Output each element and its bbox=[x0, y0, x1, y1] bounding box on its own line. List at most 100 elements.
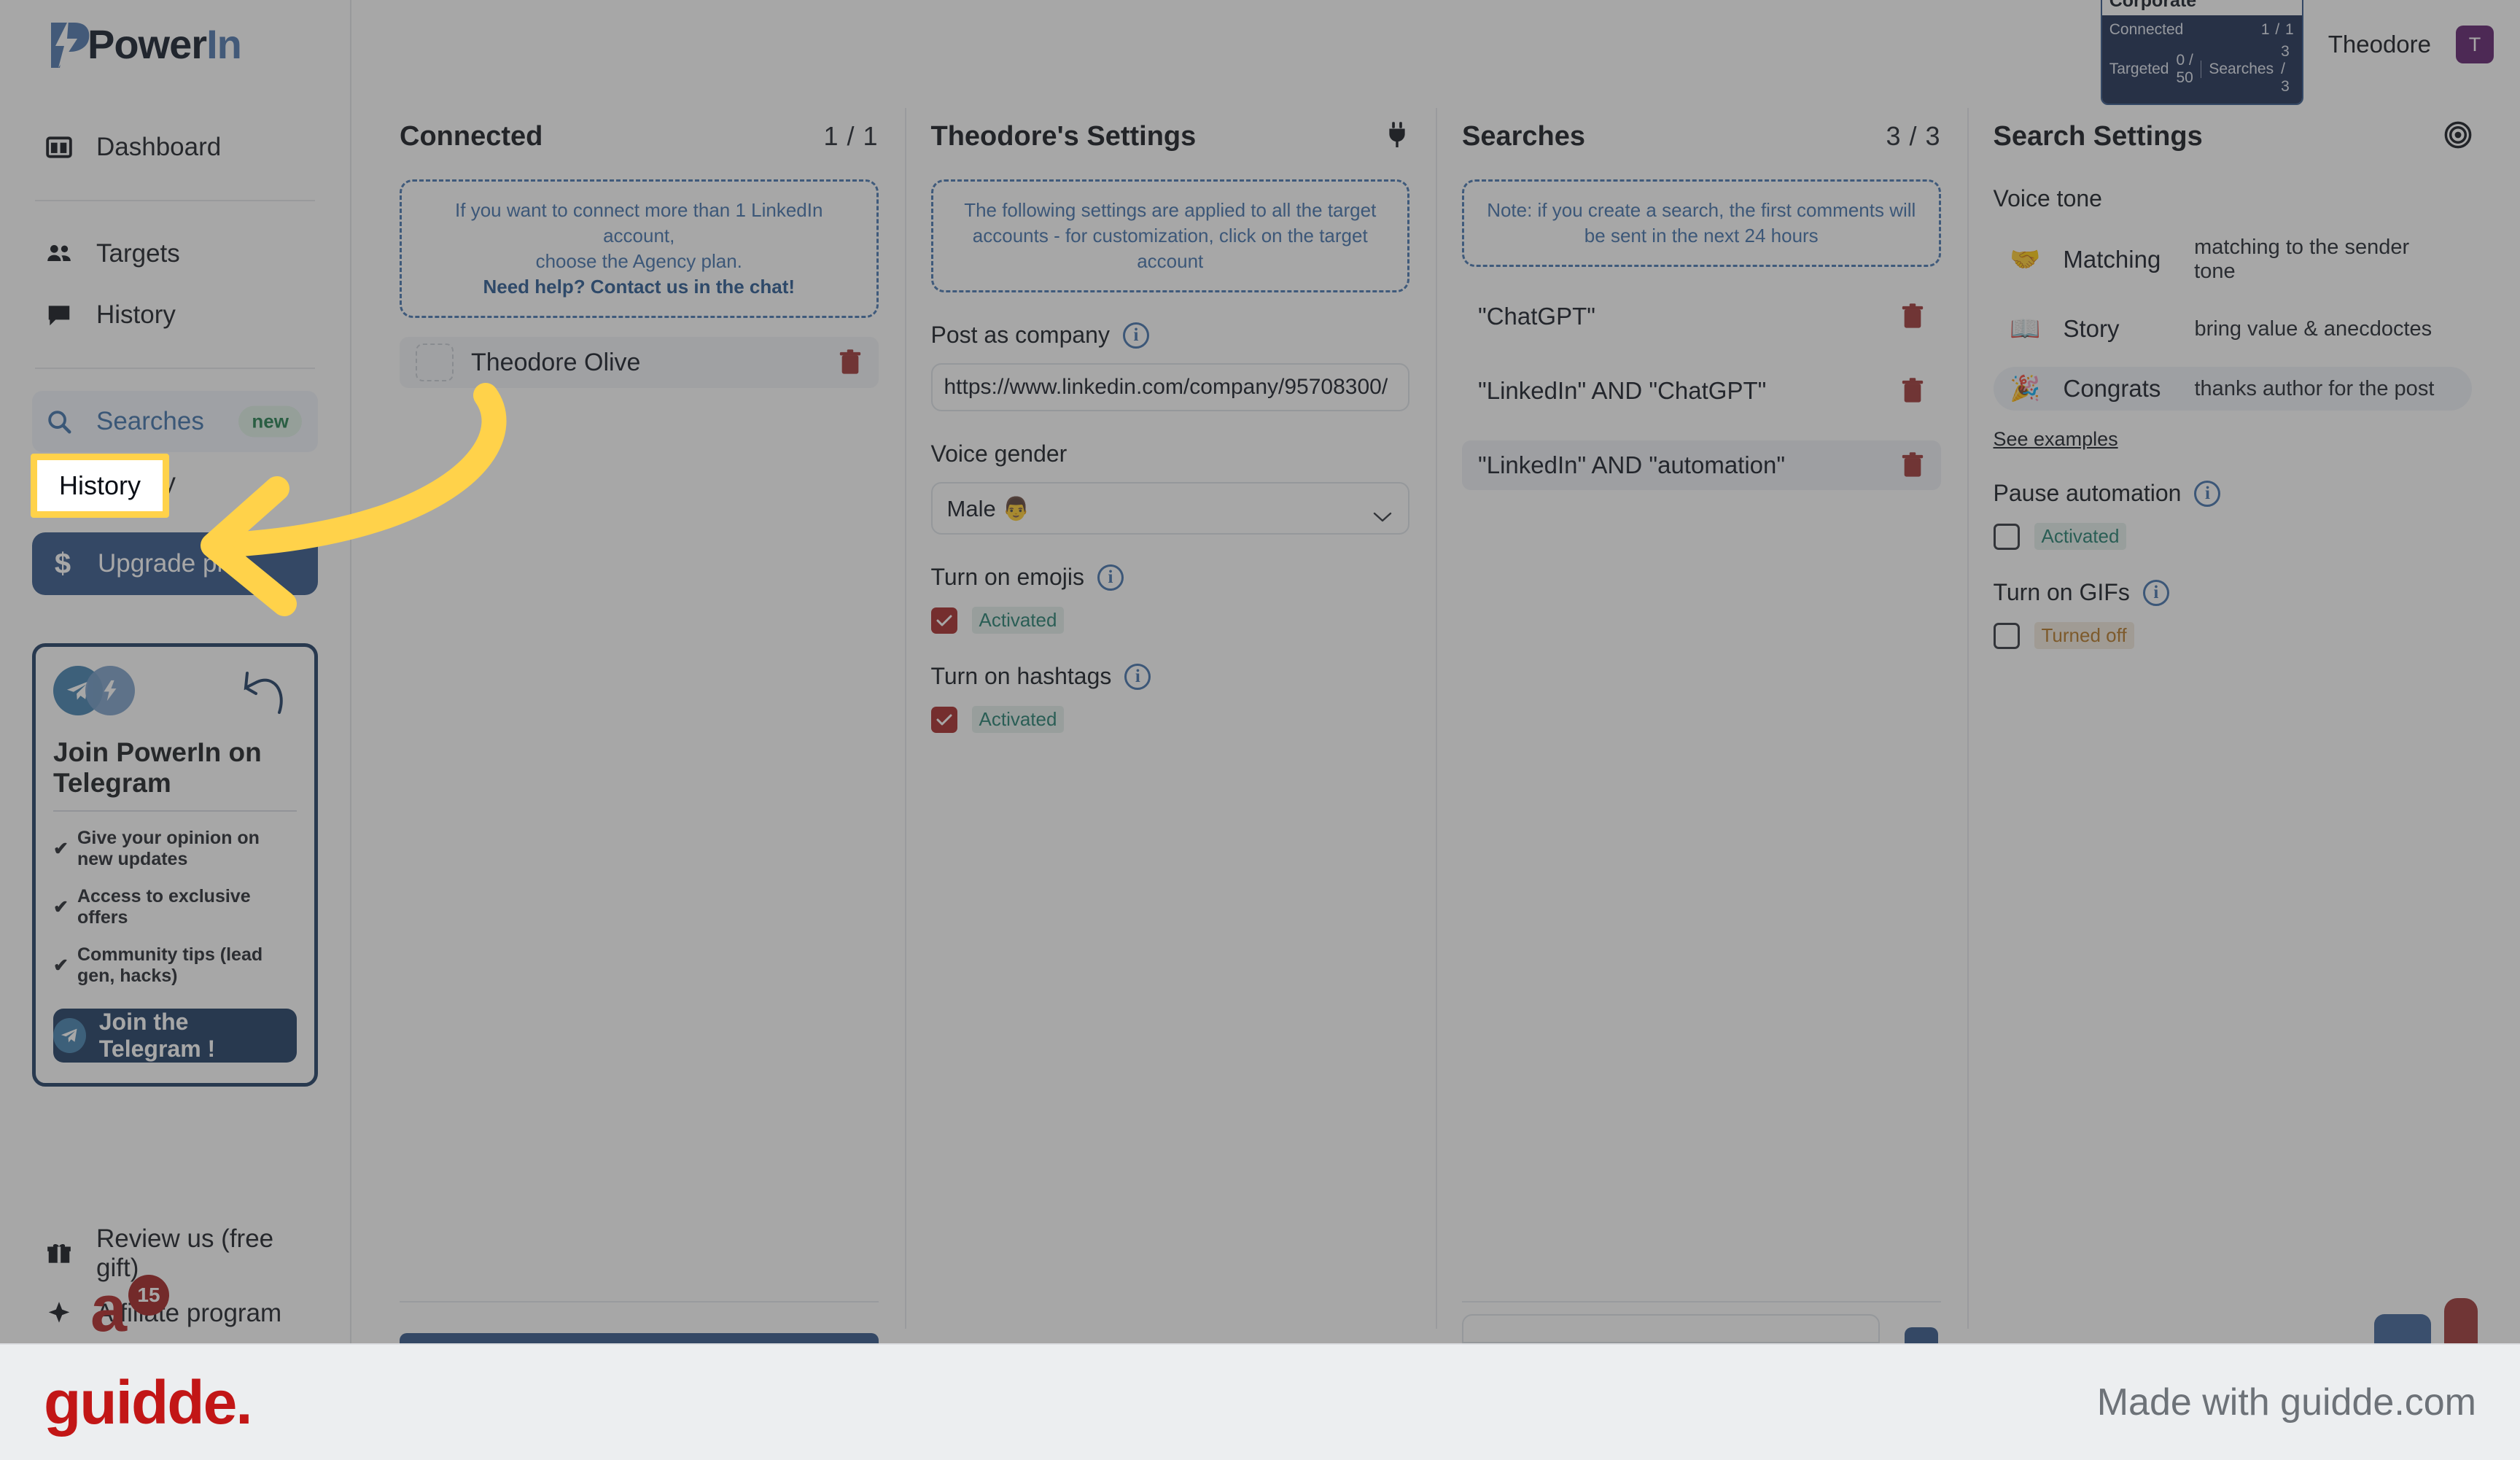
tone-option-congrats[interactable]: 🎉 Congrats thanks author for the post bbox=[1993, 367, 2472, 411]
info-icon[interactable]: i bbox=[1097, 564, 1124, 591]
column-search-settings: Search Settings Voice tone 🤝 Matching ma… bbox=[1967, 89, 2499, 1343]
sidebar-item-history[interactable]: History bbox=[32, 284, 318, 346]
info-icon[interactable]: i bbox=[2142, 579, 2169, 606]
plan-searches-label: Searches bbox=[2209, 60, 2274, 77]
telegram-promo-card[interactable]: Join PowerIn on Telegram ✔ Give your opin… bbox=[32, 643, 318, 1087]
tone-name: Story bbox=[2063, 315, 2120, 342]
delete-icon[interactable] bbox=[1900, 377, 1925, 405]
gifs-label-row: Turn on GIFs i bbox=[1994, 579, 2473, 606]
check-icon: ✔ bbox=[53, 839, 69, 859]
voice-gender-select[interactable]: Male 👨 bbox=[930, 482, 1409, 535]
emojis-toggle-row: Activated bbox=[930, 607, 1410, 634]
columns-container: Connected 1 / 1 If you want to connect m… bbox=[351, 89, 2520, 1343]
new-search-input[interactable] bbox=[1462, 1314, 1880, 1343]
pause-automation-toggle-row: Activated bbox=[1993, 523, 2473, 550]
history-highlight-callout[interactable]: History bbox=[31, 454, 170, 518]
telegram-icon bbox=[53, 1018, 86, 1053]
connected-notice: If you want to connect more than 1 Linke… bbox=[400, 179, 879, 319]
plan-connected-row: Connected 1 / 1 bbox=[2109, 19, 2295, 41]
logo-wordmark: PowerIn bbox=[88, 20, 242, 67]
voice-gender-value: Male 👨 bbox=[946, 495, 1030, 521]
add-account-button[interactable] bbox=[400, 1333, 879, 1343]
telegram-benefit: ✔ Community tips (lead gen, hacks) bbox=[53, 944, 263, 986]
telegram-card-title: Join PowerIn on Telegram bbox=[53, 737, 262, 798]
application-window: PowerIn Dashboard Targets History Search… bbox=[0, 0, 2520, 1343]
list-item[interactable]: "LinkedIn" AND "ChatGPT" bbox=[1462, 366, 1941, 416]
sidebar-divider bbox=[35, 200, 315, 201]
info-icon[interactable]: i bbox=[1122, 322, 1149, 349]
pause-automation-label: Pause automation bbox=[1993, 480, 2182, 506]
tone-option-matching[interactable]: 🤝 Matching matching to the sender tone bbox=[1994, 228, 2473, 291]
hashtags-checkbox[interactable] bbox=[930, 706, 957, 733]
sidebar-item-label: History bbox=[96, 300, 176, 329]
sidebar-item-review-us[interactable]: Review us (free gift) bbox=[32, 1224, 318, 1284]
app-logo: PowerIn bbox=[32, 0, 318, 88]
page-title: Connected bbox=[400, 120, 543, 152]
tone-option-story[interactable]: 📖 Story bring value & anecdoctes bbox=[1994, 307, 2473, 351]
search-query: "LinkedIn" AND "automation" bbox=[1478, 451, 1786, 479]
searches-count: 3 / 3 bbox=[1886, 121, 1941, 151]
sidebar-bottom-nav: Review us (free gift) a 15 Affiliate pro… bbox=[32, 1224, 318, 1343]
searches-header: Searches 3 / 3 bbox=[1462, 114, 1941, 159]
plan-connected-value: 1 / 1 bbox=[2260, 20, 2295, 38]
searches-notice: Note: if you create a search, the first … bbox=[1462, 179, 1941, 268]
voice-gender-label: Voice gender bbox=[930, 440, 1068, 467]
pause-automation-checkbox[interactable] bbox=[1993, 523, 2020, 550]
gifs-state-badge: Turned off bbox=[2034, 622, 2134, 649]
gifs-checkbox[interactable] bbox=[1993, 622, 2020, 649]
see-examples-link[interactable]: See examples bbox=[1994, 428, 2118, 451]
list-item[interactable]: "LinkedIn" AND "automation" bbox=[1462, 440, 1941, 491]
chevron-down-icon bbox=[1373, 502, 1392, 522]
emojis-checkbox[interactable] bbox=[930, 607, 957, 634]
delete-icon[interactable] bbox=[838, 349, 863, 376]
emojis-state-badge: Activated bbox=[971, 607, 1065, 634]
delete-icon[interactable] bbox=[1900, 451, 1925, 479]
tone-description: thanks author for the post bbox=[2194, 376, 2435, 400]
settings-header: Theodore's Settings bbox=[931, 114, 1410, 159]
info-icon[interactable]: i bbox=[2194, 480, 2221, 507]
save-settings-button[interactable] bbox=[2374, 1314, 2431, 1343]
pause-automation-label-row: Pause automation i bbox=[1994, 480, 2473, 507]
powerin-icon bbox=[85, 666, 135, 715]
book-icon: 📖 bbox=[2010, 315, 2041, 343]
dashboard-icon bbox=[44, 132, 74, 163]
footer: guidde. Made with guidde.com bbox=[0, 1343, 2520, 1460]
arrow-squiggle-icon bbox=[238, 666, 297, 717]
column-settings: Theodore's Settings The following settin… bbox=[904, 89, 1436, 1343]
searches-title: Searches bbox=[1462, 120, 1586, 152]
sidebar: PowerIn Dashboard Targets History Search… bbox=[0, 0, 351, 1343]
plan-searches-value: 3 / 3 bbox=[2281, 42, 2290, 95]
plug-icon bbox=[1385, 121, 1409, 152]
chat-icon bbox=[44, 300, 74, 330]
delete-icon[interactable] bbox=[1900, 303, 1925, 330]
add-search-button[interactable] bbox=[1904, 1327, 1938, 1343]
target-icon bbox=[2444, 121, 2472, 152]
telegram-benefit: ✔ Access to exclusive offers bbox=[53, 886, 251, 928]
sidebar-item-affiliate-program[interactable]: a 15 Affiliate program bbox=[32, 1275, 318, 1343]
column-searches: Searches 3 / 3 Note: if you create a sea… bbox=[1436, 89, 1967, 1343]
join-telegram-button[interactable]: Join the Telegram ! bbox=[53, 1009, 297, 1063]
hashtags-state-badge: Activated bbox=[971, 706, 1065, 734]
sidebar-item-label: Targets bbox=[96, 239, 180, 268]
list-item[interactable]: "ChatGPT" bbox=[1462, 292, 1941, 341]
sidebar-item-label: Review us (free gift) bbox=[96, 1224, 274, 1282]
check-icon bbox=[936, 714, 952, 726]
guidde-logo: guidde. bbox=[44, 1367, 253, 1437]
affiliate-count-badge: 15 bbox=[128, 1275, 169, 1316]
help-chat-button[interactable] bbox=[2444, 1298, 2478, 1343]
join-telegram-label: Join the Telegram ! bbox=[98, 1009, 216, 1062]
column-bottom-divider bbox=[1462, 1301, 1941, 1302]
topbar: Corporate Connected 1 / 1 Targeted 0 / 5… bbox=[351, 0, 2520, 105]
pause-automation-state-badge: Activated bbox=[2034, 523, 2127, 550]
post-as-company-input[interactable]: https://www.linkedin.com/company/9570830… bbox=[930, 363, 1409, 412]
made-with-guidde-label: Made with guidde.com bbox=[2096, 1381, 2476, 1424]
avatar[interactable]: T bbox=[2456, 26, 2494, 63]
sidebar-item-dashboard[interactable]: Dashboard bbox=[32, 117, 318, 178]
handshake-icon: 🤝 bbox=[2010, 246, 2041, 273]
sidebar-item-targets[interactable]: Targets bbox=[32, 223, 318, 284]
info-icon[interactable]: i bbox=[1124, 663, 1151, 690]
history-highlight-label: History bbox=[59, 470, 141, 500]
connected-header: Connected 1 / 1 bbox=[400, 114, 879, 159]
search-icon bbox=[44, 406, 74, 437]
hashtags-toggle-row: Activated bbox=[930, 706, 1410, 734]
